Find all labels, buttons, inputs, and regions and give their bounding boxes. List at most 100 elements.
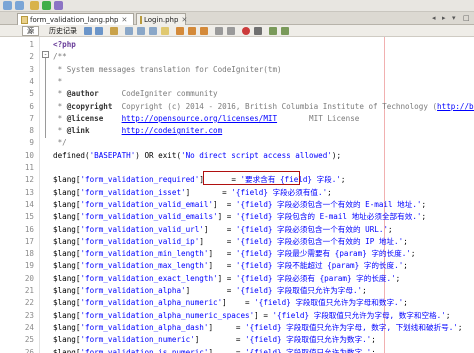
code-token: * [53,113,67,123]
code-token: 'form_validation_isset' [80,187,186,197]
code-token: ] = [222,298,255,308]
code-line[interactable]: 21 $lang['form_validation_alpha'] = '{fie… [0,285,474,297]
build-icon[interactable] [30,1,39,10]
undo-icon[interactable] [3,1,12,10]
code-token: $lang[ [53,347,81,353]
line-number: 19 [24,261,34,271]
find-icon[interactable] [125,27,133,35]
code-token: '{field} 字段包含的 E-mail 地址必须全部有效.' [235,212,422,222]
code-line[interactable]: 6 * @copyright Copyright (c) 2014 - 2016… [0,101,474,113]
next-bookmark-icon[interactable] [200,27,208,35]
code-token: 'form_validation_alpha' [80,286,186,295]
code-token: 'BASEPATH' [89,150,136,160]
close-icon[interactable]: ✕ [121,16,127,24]
tab-history[interactable]: 历史记录 [44,26,82,36]
code-token: $lang[ [53,261,81,271]
uncomment-icon[interactable] [281,27,289,35]
code-line[interactable]: 5 * @author CodeIgniter community [0,88,474,100]
line-number: 22 [24,298,34,308]
code-line[interactable]: 14 $lang['form_validation_valid_email'] =… [0,199,474,211]
toggle-bookmark-icon[interactable] [176,27,184,35]
code-token: 'form_validation_min_length' [80,249,209,259]
tab-list-icon[interactable]: ▾ [452,14,460,23]
last-edit-icon[interactable] [110,27,118,35]
code-link[interactable]: http://bcit.ca/ [437,102,474,111]
find-previous-icon[interactable] [137,27,145,35]
code-token: $lang[ [53,236,81,246]
code-line[interactable]: 23 $lang['form_validation_alpha_numeric_s… [0,310,474,322]
find-next-icon[interactable] [149,27,157,35]
php-file-icon [140,15,142,24]
code-token: $lang[ [53,286,81,295]
code-token: '{field} 字段取值只允许为数字.' [245,335,372,345]
tab-source[interactable]: 源 [22,26,39,36]
code-line[interactable]: 9 */ [0,137,474,149]
file-tab-bar: form_validation_lang.php ✕ Login.php ✕ ◂… [0,12,474,25]
code-link[interactable]: http://opensource.org/licenses/MIT [122,114,277,123]
tab-form-validation-lang[interactable]: form_validation_lang.php ✕ [17,13,134,25]
shift-right-icon[interactable] [227,27,235,35]
code-line[interactable]: 8 * @link http://codeigniter.com [0,125,474,137]
code-token: * System messages translation for CodeIg… [53,64,282,74]
tab-label: form_validation_lang.php [30,15,119,24]
code-token: 'form_validation_alpha_numeric' [80,298,223,308]
code-line[interactable]: 3 * System messages translation for Code… [0,64,474,76]
code-line[interactable]: 16 $lang['form_validation_valid_url'] = '… [0,224,474,236]
run-icon[interactable] [42,1,51,10]
code-line[interactable]: 25 $lang['form_validation_numeric'] = '{f… [0,334,474,346]
line-number: 13 [24,187,34,197]
code-token: ] = [199,236,236,246]
code-token: ); [331,150,342,160]
code-line[interactable]: 10 defined('BASEPATH') OR exit('No direct… [0,150,474,162]
scroll-tabs-right-icon[interactable]: ▸ [442,14,450,23]
line-number: 5 [29,89,34,99]
line-number: 10 [24,150,34,160]
code-text: /** [53,51,67,63]
line-number: 12 [24,175,34,185]
tab-login[interactable]: Login.php ✕ [136,13,187,25]
code-line[interactable]: 18 $lang['form_validation_min_length'] = … [0,248,474,260]
code-text: * @link http://codeigniter.com [53,125,223,137]
code-text: <?php [53,39,76,51]
code-text: * System messages translation for CodeIg… [53,64,282,76]
redo-icon[interactable] [15,1,24,10]
code-line[interactable]: 20 $lang['form_validation_exact_length'] … [0,273,474,285]
line-number: 8 [29,126,34,136]
code-token: $lang[ [53,224,81,234]
previous-bookmark-icon[interactable] [188,27,196,35]
code-line[interactable]: 17 $lang['form_validation_valid_ip'] = '{… [0,236,474,248]
code-token: 'form_validation_numeric' [80,335,195,345]
comment-icon[interactable] [269,27,277,35]
debug-icon[interactable] [54,1,63,10]
back-icon[interactable] [84,27,92,35]
code-line[interactable]: 24 $lang['form_validation_alpha_dash'] = … [0,322,474,334]
code-editor[interactable]: 1 <?php 2 /** 3 * System messages translatio… [0,37,474,353]
toggle-highlight-icon[interactable] [161,27,169,35]
code-line[interactable]: 22 $lang['form_validation_alpha_numeric']… [0,297,474,309]
close-icon[interactable]: ✕ [181,16,187,24]
scroll-tabs-left-icon[interactable]: ◂ [432,14,440,23]
code-token: ; [362,286,367,295]
code-line[interactable]: 4 * [0,76,474,88]
code-line[interactable]: 26 $lang['form_validation_is_numeric'] = … [0,347,474,353]
maximize-icon[interactable]: □ [463,14,471,23]
highlighted-translation-box [203,171,300,185]
code-token: ; [403,261,408,271]
forward-icon[interactable] [95,27,103,35]
php-file-icon [21,15,28,24]
code-token: @author [66,89,99,99]
code-line[interactable]: 19 $lang['form_validation_max_length'] = … [0,260,474,272]
code-line[interactable]: 1 <?php [0,39,474,51]
code-line[interactable]: 15 $lang['form_validation_valid_emails'] … [0,211,474,223]
code-line[interactable]: 7 * @license http://opensource.org/licen… [0,113,474,125]
code-token: $lang[ [53,187,81,197]
code-line[interactable]: 13 $lang['form_validation_isset'] = '{fie… [0,187,474,199]
code-token: <?php [53,40,76,49]
code-token: $lang[ [53,298,81,308]
code-token: 'form_validation_valid_email' [80,199,214,209]
shift-left-icon[interactable] [215,27,223,35]
code-line[interactable]: 2 /** [0,51,474,63]
code-link[interactable]: http://codeigniter.com [122,126,223,135]
macro-stop-icon[interactable] [254,27,262,35]
macro-record-icon[interactable] [242,27,250,35]
